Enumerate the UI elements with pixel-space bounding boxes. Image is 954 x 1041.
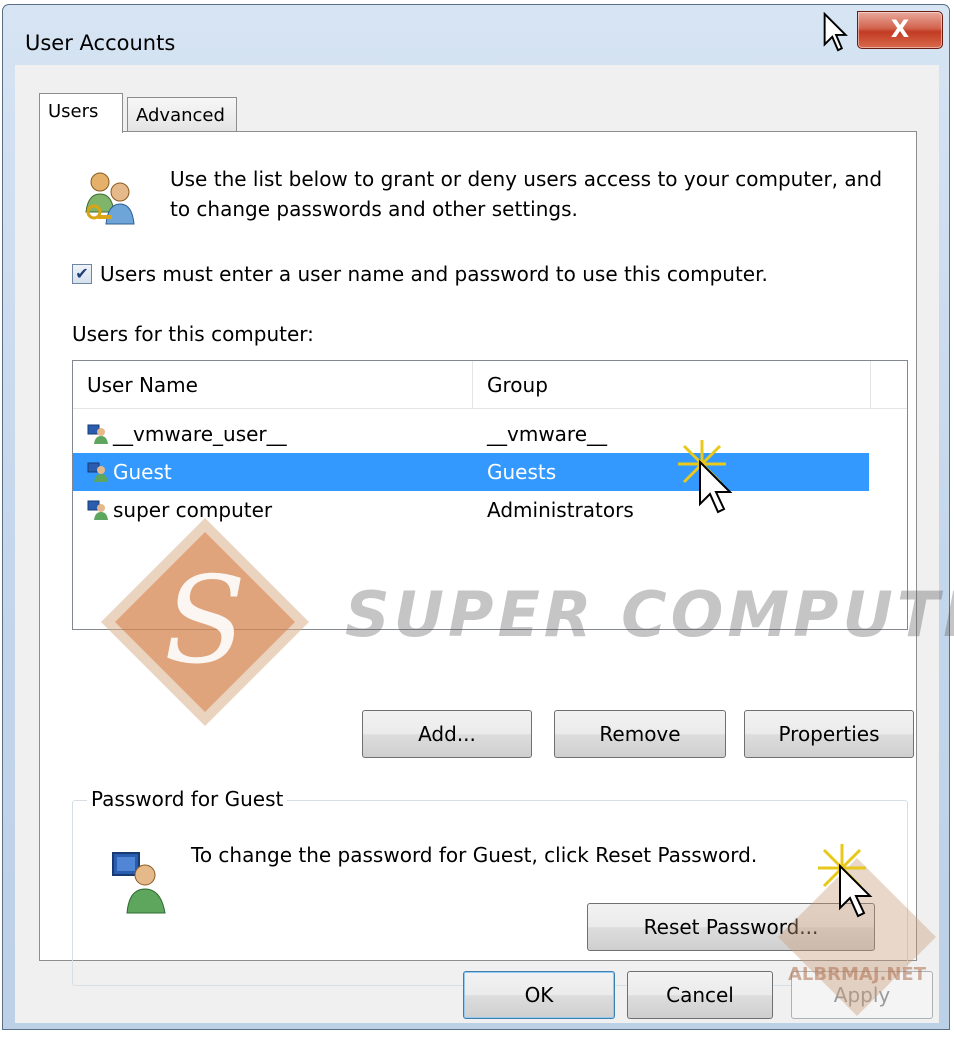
user-accounts-window: User Accounts X Users Advanced Use the l… — [2, 4, 950, 1030]
user-name-cell: super computer — [113, 498, 273, 522]
password-group-legend: Password for Guest — [87, 787, 288, 811]
apply-button[interactable]: Apply — [791, 971, 933, 1019]
group-cell: __vmware__ — [487, 422, 608, 446]
close-button[interactable]: X — [857, 11, 943, 49]
users-tab-panel: Use the list below to grant or deny user… — [39, 131, 917, 986]
tab-users[interactable]: Users — [39, 93, 123, 133]
user-name-cell: __vmware_user__ — [113, 422, 287, 446]
users-keys-icon — [85, 172, 135, 225]
tab-advanced[interactable]: Advanced — [127, 97, 237, 133]
intro-text: Use the list below to grant or deny user… — [170, 167, 883, 221]
dialog-client-area: Users Advanced Use the list below to gra… — [15, 65, 939, 1023]
window-title: User Accounts — [25, 31, 176, 55]
table-row[interactable]: __vmware_user__ __vmware__ — [73, 415, 869, 453]
user-icon — [87, 500, 108, 520]
require-login-checkbox[interactable]: ✔ — [72, 264, 92, 284]
require-login-label: Users must enter a user name and passwor… — [100, 262, 768, 286]
group-cell: Guests — [487, 460, 557, 484]
group-cell: Administrators — [487, 498, 634, 522]
table-row-selected[interactable]: Guest Guests — [73, 453, 869, 491]
remove-user-button[interactable]: Remove — [554, 710, 726, 758]
user-monitor-icon — [112, 852, 166, 914]
ok-button[interactable]: OK — [463, 971, 615, 1019]
table-row[interactable]: super computer Administrators — [73, 491, 869, 529]
column-header-user-name[interactable]: User Name — [73, 361, 473, 409]
password-group-text: To change the password for Guest, click … — [191, 843, 758, 867]
user-icon — [87, 462, 108, 482]
user-name-cell: Guest — [113, 460, 172, 484]
user-icon — [87, 424, 108, 444]
users-list-label: Users for this computer: — [72, 322, 314, 346]
column-header-group[interactable]: Group — [473, 361, 871, 409]
properties-button[interactable]: Properties — [744, 710, 914, 758]
add-user-button[interactable]: Add... — [362, 710, 532, 758]
listview-header: User Name Group — [73, 361, 907, 409]
password-groupbox: Password for Guest To change the passwor… — [72, 787, 908, 986]
cancel-button[interactable]: Cancel — [627, 971, 773, 1019]
reset-password-button[interactable]: Reset Password... — [587, 903, 875, 951]
require-login-row[interactable]: ✔ Users must enter a user name and passw… — [72, 262, 768, 286]
users-listview[interactable]: User Name Group __vmware_user__ __vmware… — [72, 360, 908, 630]
